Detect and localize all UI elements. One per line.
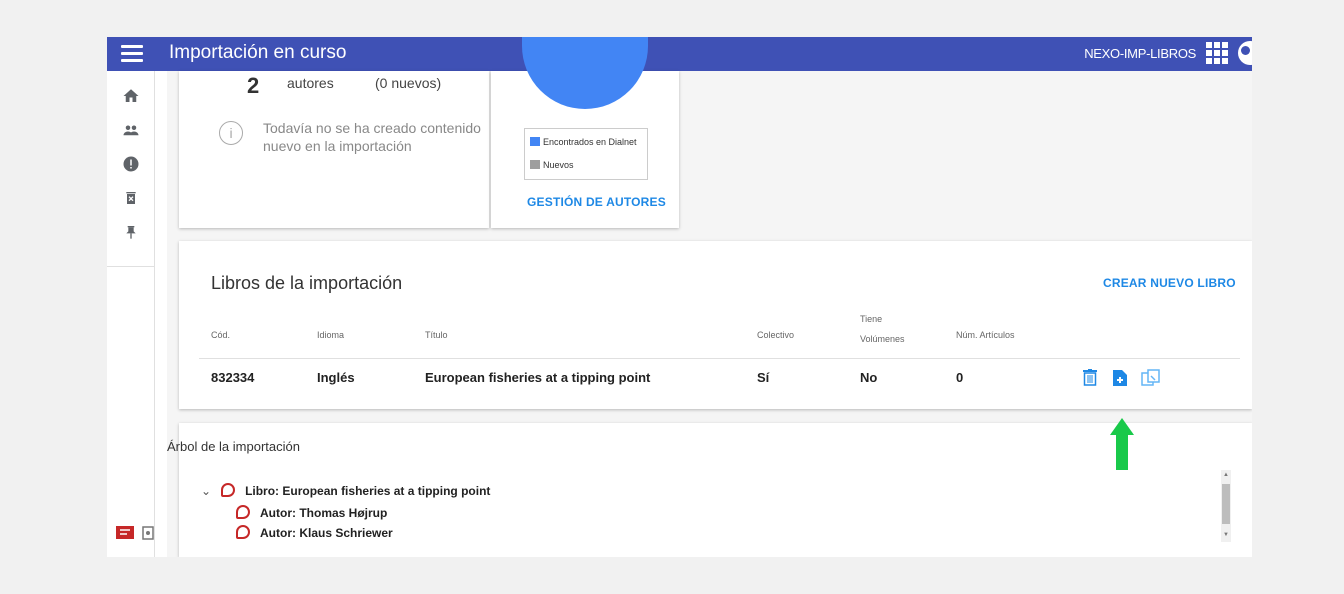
legend-item-found: Encontrados en Dialnet [530,136,637,148]
authors-count: 2 [247,73,260,98]
settings-icon[interactable] [142,526,155,540]
dialnet-icon [236,525,250,539]
cell-articles: 0 [956,370,964,385]
app-code-label: NEXO-IMP-LIBROS [1084,46,1196,61]
books-card: Libros de la importación CREAR NUEVO LIB… [179,241,1252,409]
app-window: Importación en curso NEXO-IMP-LIBROS 2 a… [107,37,1252,557]
add-file-icon[interactable] [1113,369,1129,387]
col-header-volumes-line2: Volúmenes [860,334,905,344]
avatar[interactable] [1238,41,1252,65]
create-book-button[interactable]: CREAR NUEVO LIBRO [1103,276,1236,290]
row-divider [199,358,1240,359]
copy-icon[interactable] [1141,369,1163,387]
info-icon: i [219,121,243,145]
legend-swatch-found [530,137,540,146]
authors-pie-chart: 2 [522,37,648,109]
info-message: Todavía no se ha creado contenido nuevo … [263,120,481,154]
annotation-arrow-icon [1110,418,1134,470]
tree-scrollbar[interactable]: ▲ ▼ [1221,470,1231,542]
chevron-down-icon[interactable]: ⌄ [201,484,211,498]
legend-item-new: Nuevos [530,159,574,171]
scroll-down-arrow-icon[interactable]: ▼ [1223,532,1229,538]
chart-legend: Encontrados en Dialnet Nuevos [524,128,648,180]
legend-swatch-new [530,160,540,169]
page-title: Importación en curso [169,42,347,63]
dialnet-icon [221,483,236,497]
authors-card: 2 autores (0 nuevos) i Todavía no se ha … [179,71,489,228]
tree-node-book[interactable]: ⌄ Libro: European fisheries at a tipping … [201,483,490,498]
col-header-language: Idioma [317,330,345,340]
side-rail [107,71,155,557]
cell-code: 832334 [211,370,255,385]
cell-title: European fisheries at a tipping point [425,370,651,385]
col-header-articles: Núm. Artículos [956,330,1015,340]
cell-volumes: No [860,370,878,385]
tree-section-title: Árbol de la importación [167,439,300,454]
scroll-up-arrow-icon[interactable]: ▲ [1223,472,1229,478]
col-header-title: Título [425,330,448,340]
authors-label: autores [287,75,334,91]
dialnet-icon [236,505,250,519]
tree-node-author[interactable]: Autor: Klaus Schriewer [236,525,393,540]
col-header-volumes-line1: Tiene [860,314,883,324]
apps-grid-icon[interactable] [1206,42,1228,64]
cell-collective: Sí [757,370,770,385]
tree-node-author[interactable]: Autor: Thomas Højrup [236,505,387,520]
menu-icon[interactable] [119,43,145,65]
import-tree-card: Árbol de la importación ⌄ Libro: European… [167,423,1252,557]
books-section-title: Libros de la importación [211,273,403,293]
manage-authors-button[interactable]: GESTIÓN DE AUTORES [527,195,666,209]
cell-language: Inglés [317,370,355,385]
rail-divider [107,266,154,267]
trash-x-icon[interactable] [120,189,142,211]
footer-icons [116,526,155,545]
home-icon[interactable] [120,87,142,109]
scroll-thumb[interactable] [1222,484,1230,524]
pin-icon[interactable] [120,223,142,245]
col-header-code: Cód. [211,330,231,340]
new-authors-count: (0 nuevos) [375,75,442,91]
people-icon[interactable] [120,121,142,143]
app-bar: Importación en curso NEXO-IMP-LIBROS [107,37,1252,71]
authors-chart-card: 2 Encontrados en Dialnet Nuevos GESTIÓN … [491,37,679,228]
flag-icon [116,526,134,539]
delete-icon[interactable] [1083,369,1099,387]
main-content: 2 autores (0 nuevos) i Todavía no se ha … [167,37,1252,557]
col-header-collective: Colectivo [757,330,795,340]
alert-icon[interactable] [120,155,142,177]
